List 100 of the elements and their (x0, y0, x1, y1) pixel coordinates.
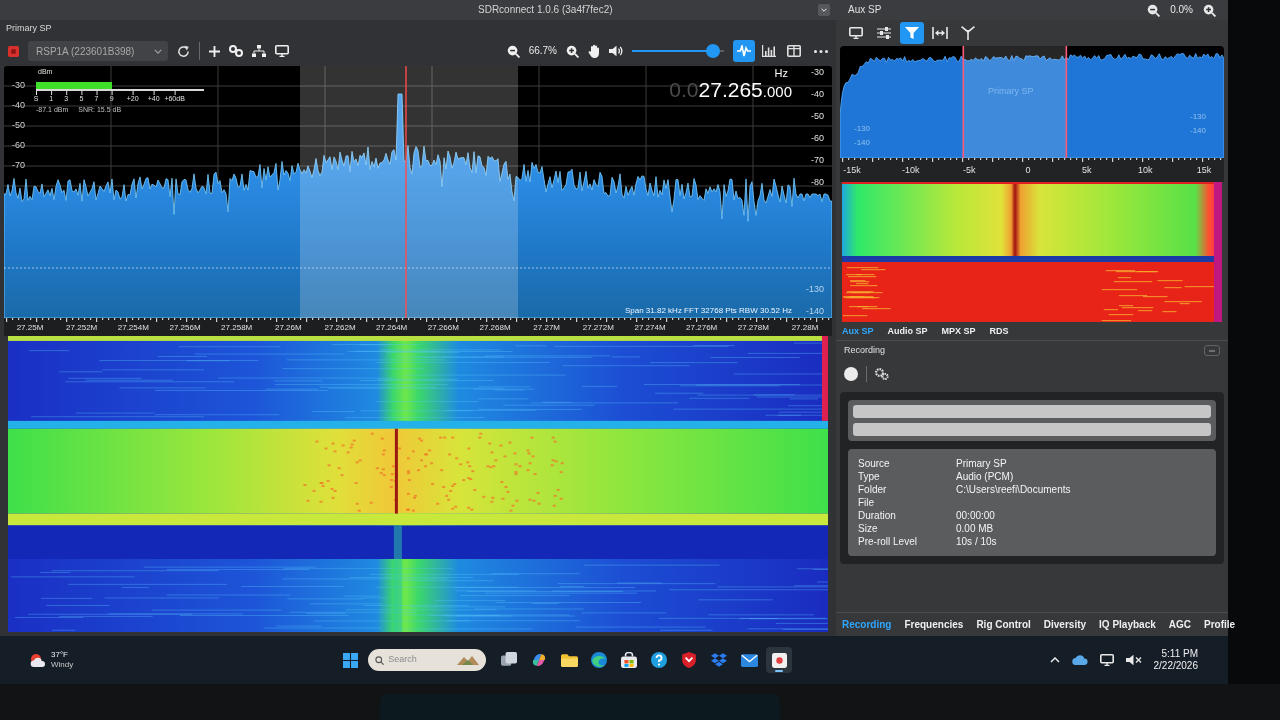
panel-title: Primary SP (6, 22, 52, 34)
axis-label: 27.28M (791, 323, 819, 333)
axis-label: 27.256M (169, 323, 201, 333)
axis-label: 27.276M (686, 323, 718, 333)
axis-label: -40 (12, 100, 25, 111)
axis-label: -60 (12, 140, 25, 151)
speaker-icon[interactable] (609, 45, 623, 57)
tab[interactable]: Aux SP (842, 325, 874, 337)
field-label: Folder (858, 483, 888, 496)
spectrum-view-button[interactable] (733, 40, 755, 62)
clock-date[interactable]: 2/22/2026 (1153, 660, 1198, 672)
tab[interactable]: RDS (989, 325, 1009, 337)
tab[interactable]: Profile (1204, 618, 1236, 631)
help-icon (651, 652, 668, 668)
axis-label: -50 (12, 120, 25, 131)
axis-label: -40 (811, 89, 824, 100)
axis-label: -50 (811, 111, 824, 122)
field-value: Primary SP (956, 457, 1008, 470)
tab[interactable]: Rig Control (976, 618, 1031, 631)
passband-label: Primary SP (988, 86, 1034, 97)
zoom-in-icon[interactable] (1203, 3, 1216, 17)
filter-button[interactable] (900, 22, 924, 44)
span-info: Span 31.82 kHz FFT 32768 Pts RBW 30.52 Hz (624, 306, 792, 316)
passband-edge-marker[interactable] (1065, 46, 1068, 158)
axis-label: -130 (806, 284, 824, 295)
passband-edge-marker[interactable] (962, 46, 965, 158)
axis-label: 0 (1025, 165, 1031, 176)
axis-label: -5k (963, 165, 976, 176)
diamond-icon (711, 653, 728, 667)
taskbar-app-button[interactable] (766, 647, 793, 673)
slider-thumb[interactable] (706, 44, 721, 58)
link-icon[interactable] (229, 45, 243, 57)
tab[interactable]: Audio SP (887, 325, 928, 337)
tab[interactable]: Recording (842, 618, 892, 631)
field-value: C:\Users\reefi\Documents (956, 483, 1072, 496)
weather-temperature: 37°F (51, 650, 69, 660)
search-icon (375, 655, 385, 665)
axis-label: -30 (12, 80, 25, 91)
frequency-fraction[interactable]: .000 (762, 83, 792, 101)
app-icon (771, 652, 787, 668)
zoom-level: 66.7% (528, 45, 557, 57)
tab[interactable]: IQ Playback (1099, 618, 1156, 631)
axis-label: -30 (811, 67, 824, 78)
axis-label: -70 (12, 160, 25, 171)
clock-time[interactable]: 5:11 PM (1161, 648, 1198, 660)
frequency-unit: Hz (774, 67, 788, 80)
device-dropdown[interactable]: RSP1A (223601B398) (28, 41, 168, 61)
tab[interactable]: Frequencies (904, 618, 964, 631)
axis-label: 27.262M (324, 323, 356, 333)
network-icon[interactable] (252, 45, 266, 57)
four-squares-icon[interactable] (343, 652, 359, 668)
more-icon[interactable] (814, 49, 828, 53)
field-label: Duration (858, 509, 897, 522)
pinwheel-icon (531, 652, 548, 668)
axis-label: 27.252M (66, 323, 98, 333)
axis-label: 27.268M (479, 323, 511, 333)
tab[interactable]: Diversity (1043, 618, 1087, 631)
axis-label: -10k (901, 165, 920, 176)
shield-icon (682, 652, 697, 668)
cloud-icon[interactable] (1071, 655, 1088, 665)
stop-icon[interactable] (8, 45, 19, 57)
field-label: Pre-roll Level (858, 535, 918, 548)
axis-label: -70 (811, 155, 824, 166)
landscape-icon (457, 655, 480, 665)
refresh-icon[interactable] (177, 44, 190, 58)
hand-icon[interactable] (588, 44, 600, 58)
window-menu-button[interactable] (818, 4, 830, 16)
tab[interactable]: AGC (1168, 618, 1191, 631)
tuning-marker[interactable] (405, 66, 407, 318)
axis-label: 5k (1081, 165, 1092, 176)
axis-label: 27.26M (274, 323, 302, 333)
axis-label: -80 (811, 177, 824, 188)
panel-title: Aux SP (848, 4, 882, 16)
muted-speaker-icon[interactable] (1125, 654, 1142, 666)
zoom-out-icon[interactable] (1147, 3, 1161, 17)
axis-label: 27.25M (16, 323, 44, 333)
zoom-in-icon[interactable] (566, 44, 579, 58)
chevron-up-icon[interactable] (1049, 657, 1060, 663)
sun-cloud-icon[interactable] (30, 653, 46, 667)
zoom-out-icon[interactable] (506, 44, 520, 58)
axis-label: 27.272M (582, 323, 614, 333)
shopping-bag-icon (621, 652, 638, 668)
frequency-readout[interactable]: 27.265 (698, 78, 763, 102)
waveform-icon (737, 45, 751, 57)
search-box[interactable]: Search (368, 649, 487, 671)
volume-slider[interactable] (632, 44, 724, 58)
record-button[interactable] (844, 367, 858, 381)
filter-icon (905, 27, 919, 39)
window-title: SDRconnect 1.0.6 (3a4f7fec2) (478, 4, 613, 16)
search-input[interactable]: Search (388, 653, 441, 667)
plus-icon[interactable] (209, 45, 220, 57)
monitor-icon[interactable] (1099, 654, 1114, 666)
folder-icon (560, 653, 578, 667)
field-label: Size (858, 522, 879, 535)
axis-label: 27.254M (117, 323, 149, 333)
tab[interactable]: MPX SP (941, 325, 976, 337)
monitor-icon[interactable] (275, 45, 289, 57)
axis-label: -60 (811, 133, 824, 144)
task-view-icon (501, 652, 518, 668)
gears-icon[interactable] (875, 368, 889, 380)
